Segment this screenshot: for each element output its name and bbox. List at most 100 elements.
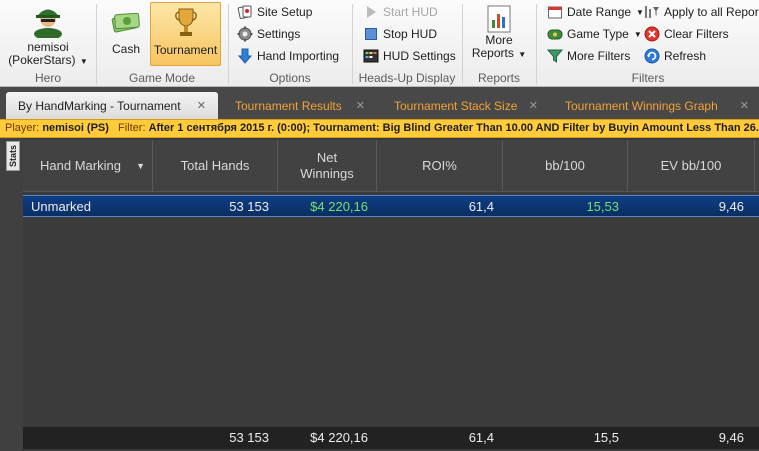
trophy-icon	[174, 8, 197, 36]
refresh-icon	[644, 48, 660, 64]
cell-total-hands: 53 153	[229, 199, 269, 214]
refresh-label: Refresh	[664, 49, 707, 63]
reports-group: More Reports ▼ Reports	[463, 0, 535, 87]
total-ev-bb100: 9,46	[718, 430, 744, 445]
tab-tournament-stack-size[interactable]: Tournament Stack Size ✕	[382, 92, 544, 119]
clear-filters-label: Clear Filters	[664, 27, 729, 41]
tab-by-handmarking[interactable]: By HandMarking - Tournament ✕	[6, 92, 218, 119]
stats-grid: Hand Marking ▼ Total Hands Net Winnings …	[23, 138, 759, 451]
close-icon[interactable]: ✕	[197, 99, 206, 112]
cell-roi: 61,4	[468, 199, 494, 214]
hud-grid-icon	[363, 48, 379, 64]
gear-icon	[237, 26, 253, 42]
game-type-label: Game Type	[567, 27, 629, 41]
more-filters-button[interactable]: More Filters	[547, 46, 630, 66]
tab-tournament-winnings-graph[interactable]: Tournament Winnings Graph ✕	[553, 92, 759, 119]
chevron-down-icon: ▼	[633, 29, 642, 39]
game-mode-group: Cash Tournament Game Mode	[97, 0, 227, 87]
cash-button[interactable]: Cash	[103, 2, 149, 66]
start-hud-button[interactable]: Start HUD	[363, 2, 438, 22]
settings-label: Settings	[257, 27, 301, 41]
start-hud-label: Start HUD	[383, 5, 438, 19]
totals-row: 53 153 $4 220,16 61,4 15,5 9,46	[23, 427, 759, 449]
hero-selector[interactable]: nemisoi (PokerStars) ▼	[4, 2, 92, 67]
report-tab-bar: By HandMarking - Tournament ✕ Tournament…	[0, 87, 759, 119]
calendar-icon	[547, 4, 563, 20]
tournament-button[interactable]: Tournament	[150, 2, 221, 66]
date-range-button[interactable]: Date Range ▼	[547, 2, 644, 22]
column-header-total-hands[interactable]: Total Hands	[153, 140, 278, 192]
column-header-hand-marking[interactable]: Hand Marking ▼	[23, 140, 153, 192]
options-group: Site Setup Settings Hand Importing Optio…	[229, 0, 351, 87]
hero-group: nemisoi (PokerStars) ▼ Hero	[0, 0, 96, 87]
options-group-label: Options	[269, 71, 311, 85]
total-net-winnings: $4 220,16	[310, 430, 368, 445]
cell-net-winnings: $4 220,16	[310, 199, 368, 214]
total-bb100: 15,5	[593, 430, 619, 445]
hud-group: Start HUD Stop HUD HUD Settings Heads-Up…	[353, 0, 461, 87]
tab-label: Tournament Results	[235, 98, 342, 113]
ribbon: nemisoi (PokerStars) ▼ Hero Cash Tournam…	[0, 0, 759, 87]
column-header-roi[interactable]: ROI%	[377, 140, 503, 192]
filter-value: After 1 сентября 2015 г. (0:00); Tournam…	[148, 122, 759, 134]
player-avatar-icon	[34, 9, 62, 40]
active-filter-bar: Player: nemisoi (PS) Filter: After 1 сен…	[0, 119, 759, 138]
close-icon[interactable]: ✕	[529, 99, 538, 112]
report-chart-icon	[487, 5, 511, 33]
hand-importing-label: Hand Importing	[257, 49, 340, 63]
stop-icon	[363, 26, 379, 42]
column-header-bb100[interactable]: bb/100	[503, 140, 628, 192]
site-setup-button[interactable]: Site Setup	[237, 2, 312, 22]
hand-importing-button[interactable]: Hand Importing	[237, 46, 339, 66]
cash-icon	[111, 12, 140, 33]
column-header-ev-bb100[interactable]: EV bb/100	[628, 140, 755, 192]
clear-filters-button[interactable]: Clear Filters	[644, 24, 729, 44]
grid-header: Hand Marking ▼ Total Hands Net Winnings …	[23, 140, 759, 192]
hud-settings-button[interactable]: HUD Settings	[363, 46, 456, 66]
cash-button-label: Cash	[111, 42, 140, 56]
date-range-label: Date Range	[567, 5, 632, 19]
clear-icon	[644, 26, 660, 42]
tab-label: Tournament Stack Size	[394, 98, 518, 113]
stats-side-tab[interactable]: Stats	[6, 141, 20, 171]
more-reports-label-line2: Reports	[471, 46, 514, 60]
cards-icon	[237, 4, 253, 20]
chevron-down-icon: ▼	[518, 50, 527, 59]
game-type-icon	[547, 26, 563, 42]
apply-all-icon	[644, 4, 660, 20]
stop-hud-label: Stop HUD	[383, 27, 438, 41]
more-reports-button[interactable]: More Reports ▼	[469, 2, 529, 66]
more-filters-label: More Filters	[567, 49, 631, 63]
site-setup-label: Site Setup	[257, 5, 313, 19]
close-icon[interactable]: ✕	[740, 99, 749, 112]
filters-group: Date Range ▼ Game Type ▼ More Filters Ap…	[537, 0, 759, 87]
player-value: nemisoi (PS)	[42, 122, 109, 134]
tournament-button-label: Tournament	[153, 43, 218, 57]
side-panel: Stats	[0, 138, 23, 451]
total-roi: 61,4	[468, 430, 494, 445]
column-header-net-winnings[interactable]: Net Winnings	[278, 140, 377, 192]
chevron-down-icon: ▼	[636, 7, 644, 17]
download-arrow-icon	[237, 48, 253, 64]
reports-group-label: Reports	[477, 71, 521, 85]
game-mode-group-label: Game Mode	[128, 71, 196, 85]
filters-group-label: Filters	[631, 71, 665, 85]
stop-hud-button[interactable]: Stop HUD	[363, 24, 437, 44]
player-prefix: Player:	[5, 122, 40, 134]
tab-label: Tournament Winnings Graph	[565, 98, 718, 113]
tab-label: By HandMarking - Tournament	[18, 98, 181, 113]
refresh-button[interactable]: Refresh	[644, 46, 706, 66]
apply-all-reports-button[interactable]: Apply to all Reports	[644, 2, 759, 22]
cell-ev-bb100: 9,46	[718, 199, 744, 214]
tab-tournament-results[interactable]: Tournament Results ✕	[223, 92, 371, 119]
game-type-button[interactable]: Game Type ▼	[547, 24, 642, 44]
settings-button[interactable]: Settings	[237, 24, 300, 44]
total-total-hands: 53 153	[229, 430, 269, 445]
table-row[interactable]: Unmarked 53 153 $4 220,16 61,4 15,53 9,4…	[23, 195, 759, 217]
funnel-icon	[547, 48, 563, 64]
chevron-down-icon: ▼	[79, 57, 88, 66]
cell-bb100: 15,53	[586, 199, 619, 214]
filter-prefix: Filter:	[118, 122, 146, 134]
sort-dropdown-icon[interactable]: ▼	[136, 158, 145, 174]
close-icon[interactable]: ✕	[356, 99, 365, 112]
